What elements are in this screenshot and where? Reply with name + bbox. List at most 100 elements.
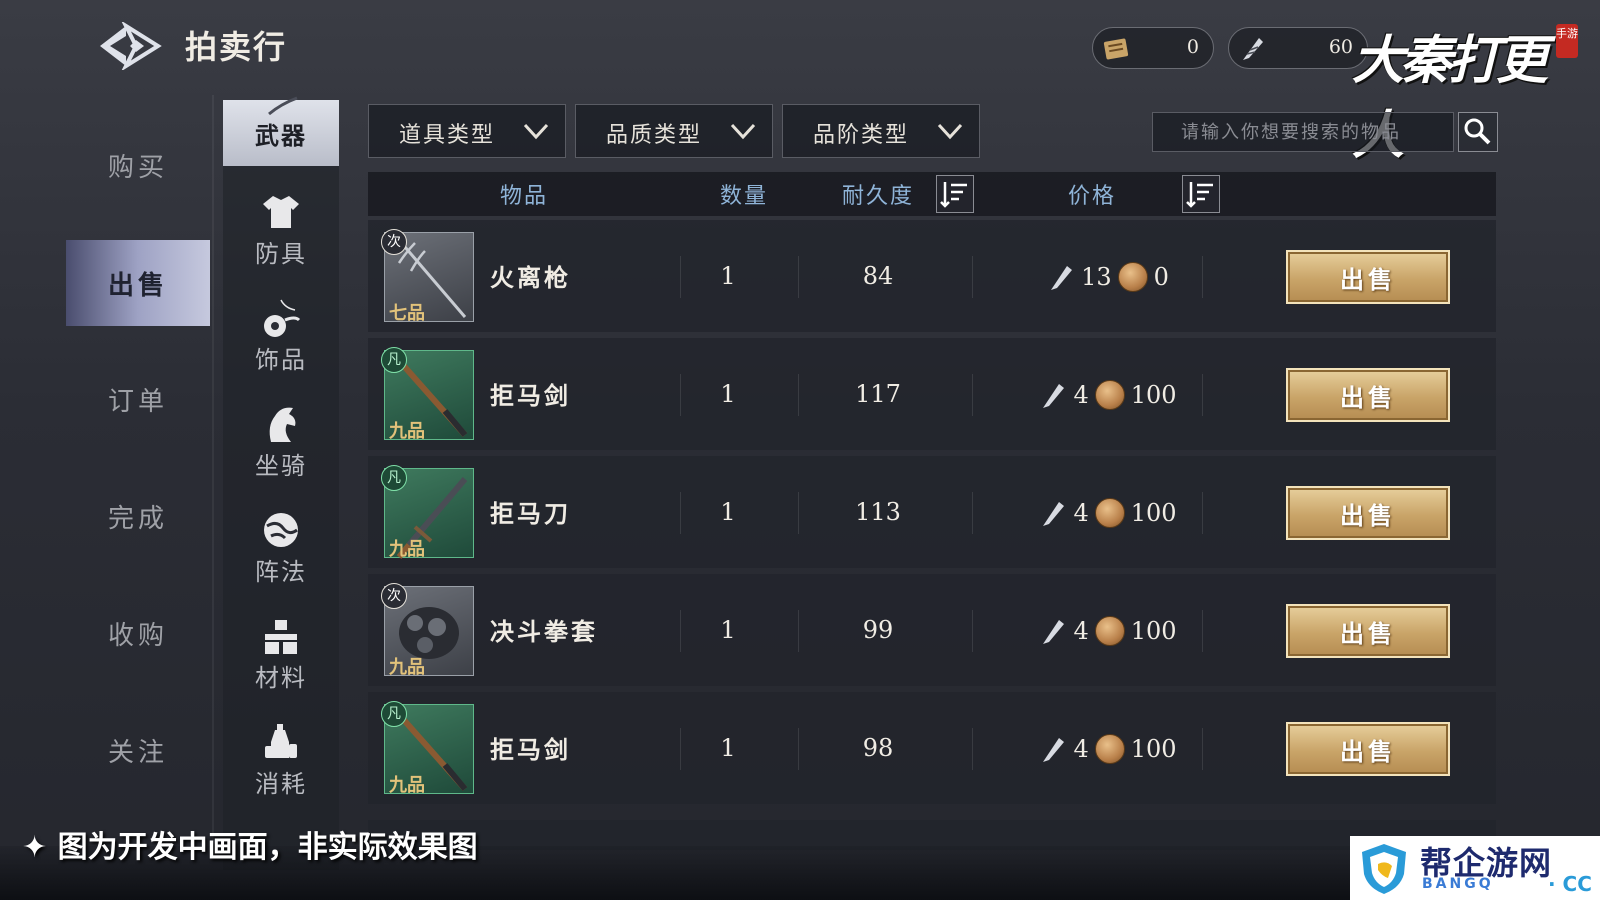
game-logo: 大秦打更人 手游 bbox=[1352, 14, 1582, 166]
category-mounts-label: 坐骑 bbox=[255, 452, 307, 480]
category-accessories-label: 饰品 bbox=[255, 346, 307, 374]
currency-feather-value: 60 bbox=[1328, 36, 1353, 58]
swirl-icon bbox=[264, 513, 298, 547]
table-row[interactable]: 凡 九品 拒马剑 1 98 4 100 出售 bbox=[368, 692, 1496, 804]
copper-coin-icon bbox=[1117, 262, 1148, 292]
copper-coin-icon bbox=[1094, 616, 1125, 646]
item-name: 拒马剑 bbox=[490, 735, 571, 764]
nav-acquire-label: 收购 bbox=[107, 620, 168, 651]
sell-button[interactable]: 出售 bbox=[1286, 250, 1450, 304]
filter-rank-type[interactable]: 品阶类型 bbox=[782, 104, 980, 158]
sort-price-button[interactable] bbox=[1182, 175, 1220, 213]
filter-item-type[interactable]: 道具类型 bbox=[368, 104, 566, 158]
page-title: 拍卖行 bbox=[185, 28, 288, 66]
quality-badge: 凡 bbox=[381, 465, 407, 491]
price-coin-value: 100 bbox=[1130, 735, 1177, 763]
item-thumbnail: 凡 九品 bbox=[381, 701, 474, 796]
currency-ticket-value: 0 bbox=[1186, 36, 1199, 58]
nav-orders-label: 订单 bbox=[107, 386, 168, 417]
category-accessories[interactable]: 饰品 bbox=[223, 290, 339, 390]
search-button[interactable] bbox=[1458, 112, 1498, 152]
header: 拍卖行 0 60 大秦打更人 手游 bbox=[0, 0, 1600, 166]
brush-icon bbox=[268, 96, 298, 116]
filter-item-type-label: 道具类型 bbox=[399, 123, 496, 148]
price-feather-value: 4 bbox=[1073, 735, 1089, 763]
column-separator bbox=[680, 492, 681, 534]
copper-coin-icon bbox=[1094, 498, 1125, 528]
item-price: 4 100 bbox=[1008, 378, 1208, 412]
grade-label: 九品 bbox=[389, 421, 425, 442]
nav-buy[interactable]: 购买 bbox=[66, 122, 210, 208]
item-name: 拒马刀 bbox=[490, 499, 571, 528]
price-coin-value: 0 bbox=[1153, 263, 1169, 291]
column-separator bbox=[798, 256, 799, 298]
search-input[interactable] bbox=[1152, 112, 1454, 152]
grade-label: 九品 bbox=[389, 775, 425, 796]
category-formations-label: 阵法 bbox=[255, 558, 307, 586]
column-separator bbox=[798, 374, 799, 416]
item-quantity: 1 bbox=[720, 380, 736, 408]
sell-button[interactable]: 出售 bbox=[1286, 604, 1450, 658]
nav-completed-label: 完成 bbox=[107, 503, 168, 534]
column-separator bbox=[1202, 728, 1203, 770]
shield-logo-icon bbox=[1362, 844, 1406, 894]
column-separator bbox=[680, 610, 681, 652]
category-column: 武器 防具 饰品 坐骑 阵法 材料 消耗 bbox=[223, 96, 339, 870]
jade-pendant-icon bbox=[264, 299, 301, 337]
filter-quality-type-label: 品质类型 bbox=[606, 123, 703, 148]
item-thumbnail: 次 九品 bbox=[381, 583, 474, 678]
item-name: 拒马剑 bbox=[490, 381, 571, 410]
category-consumables-label: 消耗 bbox=[255, 770, 307, 798]
table-row[interactable]: 凡 九品 拒马剑 1 117 4 100 出售 bbox=[368, 338, 1496, 450]
category-weapons[interactable]: 武器 bbox=[223, 96, 339, 166]
category-mounts[interactable]: 坐骑 bbox=[223, 396, 339, 496]
item-price: 13 0 bbox=[1008, 260, 1208, 294]
currency-ticket: 0 bbox=[1092, 27, 1214, 69]
item-name: 决斗拳套 bbox=[490, 617, 598, 646]
column-separator bbox=[972, 374, 973, 416]
sort-durability-button[interactable] bbox=[936, 175, 974, 213]
chevron-down-icon bbox=[523, 123, 549, 140]
horse-icon bbox=[269, 407, 296, 442]
column-separator bbox=[972, 492, 973, 534]
column-separator bbox=[972, 256, 973, 298]
column-separator bbox=[798, 610, 799, 652]
copper-coin-icon bbox=[1094, 380, 1125, 410]
table-row[interactable]: 次 七品 火离枪 1 84 13 0 出售 bbox=[368, 220, 1496, 332]
item-durability: 117 bbox=[855, 380, 901, 408]
nav-sell[interactable]: 出售 bbox=[66, 240, 210, 326]
nav-completed[interactable]: 完成 bbox=[66, 473, 210, 559]
nav-watchlist[interactable]: 关注 bbox=[66, 707, 210, 793]
nav-acquire[interactable]: 收购 bbox=[66, 590, 210, 676]
site-watermark: 帮企游网 BANGQ · CC bbox=[1350, 836, 1600, 900]
column-separator bbox=[1202, 492, 1203, 534]
sell-button[interactable]: 出售 bbox=[1286, 722, 1450, 776]
item-durability: 98 bbox=[862, 734, 894, 762]
category-armor[interactable]: 防具 bbox=[223, 184, 339, 284]
nav-divider bbox=[212, 95, 214, 855]
table-row[interactable]: 次 九品 决斗拳套 1 99 4 100 出售 bbox=[368, 574, 1496, 686]
item-durability: 113 bbox=[855, 498, 901, 526]
dev-disclaimer: ✦ 图为开发中画面，非实际效果图 bbox=[22, 830, 478, 865]
quality-badge: 凡 bbox=[381, 701, 407, 727]
category-consumables[interactable]: 消耗 bbox=[223, 714, 339, 814]
feather-coin-icon bbox=[1243, 38, 1263, 60]
item-thumbnail: 凡 九品 bbox=[381, 347, 474, 442]
header-quantity: 数量 bbox=[720, 184, 769, 209]
category-formations[interactable]: 阵法 bbox=[223, 502, 339, 602]
item-name: 火离枪 bbox=[490, 263, 571, 292]
table-row[interactable]: 凡 九品 拒马刀 1 113 4 100 出售 bbox=[368, 456, 1496, 568]
category-materials-label: 材料 bbox=[255, 664, 307, 692]
header-item: 物品 bbox=[500, 184, 549, 209]
feather-coin-icon bbox=[1043, 384, 1065, 408]
quality-badge: 次 bbox=[381, 229, 407, 255]
nav-orders[interactable]: 订单 bbox=[66, 356, 210, 442]
back-button[interactable] bbox=[96, 20, 166, 72]
sell-button[interactable]: 出售 bbox=[1286, 486, 1450, 540]
category-materials[interactable]: 材料 bbox=[223, 608, 339, 708]
filter-quality-type[interactable]: 品质类型 bbox=[575, 104, 773, 158]
price-feather-value: 4 bbox=[1073, 617, 1089, 645]
blocks-icon bbox=[265, 620, 297, 654]
sell-button[interactable]: 出售 bbox=[1286, 368, 1450, 422]
left-nav: 购买 出售 订单 完成 收购 关注 bbox=[66, 100, 210, 870]
